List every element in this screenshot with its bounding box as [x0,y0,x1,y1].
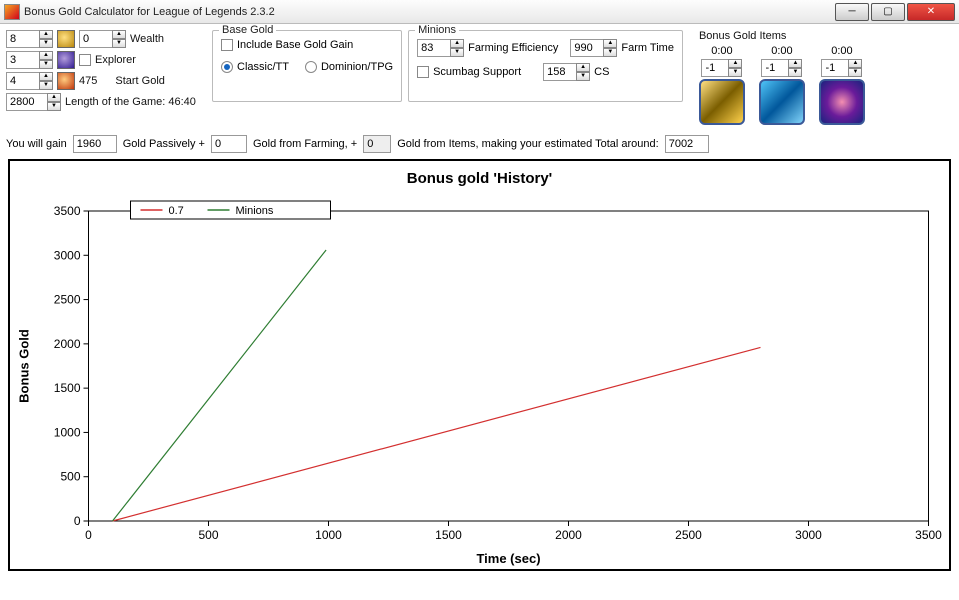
summary-line: You will gain Gold Passively + Gold from… [6,135,953,153]
bonus-items-group: Bonus Gold Items 0:00 ▲▼ 0:00 ▲▼ 0:00 ▲▼ [699,30,865,125]
explorer-checkbox[interactable] [79,54,91,66]
svg-text:2500: 2500 [675,528,702,542]
app-icon [4,4,20,20]
svg-text:0: 0 [74,514,81,528]
spin-up[interactable]: ▲ [39,30,53,39]
total-gold-field[interactable] [665,135,709,153]
svg-text:Bonus gold 'History': Bonus gold 'History' [407,170,552,187]
svg-text:0: 0 [85,528,92,542]
svg-text:1000: 1000 [54,425,81,439]
item3-input[interactable] [821,59,849,77]
base-gold-group: Base Gold Include Base Gold Gain Classic… [212,30,402,102]
chart-area: Bonus gold 'History' 0 500 1000 1500 2000 2500… [8,159,951,571]
svg-text:1500: 1500 [54,381,81,395]
startgold-icon [57,72,75,90]
classic-radio[interactable] [221,61,233,73]
item2-icon[interactable] [759,79,805,125]
svg-text:2000: 2000 [555,528,582,542]
svg-text:0.7: 0.7 [169,205,184,217]
svg-text:1500: 1500 [435,528,462,542]
svg-text:500: 500 [198,528,218,542]
svg-text:500: 500 [60,470,80,484]
window-title: Bonus Gold Calculator for League of Lege… [24,6,835,18]
minimize-button[interactable]: ─ [835,3,869,21]
startgold-level-input[interactable] [6,72,40,90]
item3-icon[interactable] [819,79,865,125]
wealth-level-input[interactable] [6,30,40,48]
svg-text:2500: 2500 [54,293,81,307]
item-gold-field [363,135,391,153]
explorer-label: Explorer [95,54,136,66]
farm-time-input[interactable] [570,39,604,57]
svg-text:3000: 3000 [795,528,822,542]
wealth-label: Wealth [130,33,164,45]
spin-down[interactable]: ▼ [39,39,53,48]
minions-group: Minions ▲▼ Farming Efficiency ▲▼ Farm Ti… [408,30,683,102]
passive-gold-field[interactable] [73,135,117,153]
svg-text:Time (sec): Time (sec) [476,551,540,566]
svg-text:Bonus Gold: Bonus Gold [17,329,32,403]
explorer-level-input[interactable] [6,51,40,69]
scumbag-checkbox[interactable] [417,66,429,78]
svg-text:3500: 3500 [54,204,81,218]
wealth-icon [57,30,75,48]
item1-icon[interactable] [699,79,745,125]
game-length-input[interactable] [6,93,48,111]
cs-input[interactable] [543,63,577,81]
game-length-label: Length of the Game: 46:40 [65,96,196,108]
svg-text:Minions: Minions [236,205,274,217]
svg-text:3500: 3500 [915,528,942,542]
close-button[interactable]: ✕ [907,3,955,21]
include-basegold-checkbox[interactable] [221,39,233,51]
item2-input[interactable] [761,59,789,77]
startgold-value: 475 [79,75,97,87]
svg-text:3000: 3000 [54,248,81,262]
item1-input[interactable] [701,59,729,77]
farming-gold-field[interactable] [211,135,247,153]
svg-text:1000: 1000 [315,528,342,542]
dominion-radio[interactable] [305,61,317,73]
maximize-button[interactable]: ▢ [871,3,905,21]
titlebar: Bonus Gold Calculator for League of Lege… [0,0,959,24]
farming-efficiency-input[interactable] [417,39,451,57]
explorer-icon [57,51,75,69]
startgold-label: Start Gold [115,75,165,87]
wealth-count-input[interactable] [79,30,113,48]
svg-text:2000: 2000 [54,337,81,351]
